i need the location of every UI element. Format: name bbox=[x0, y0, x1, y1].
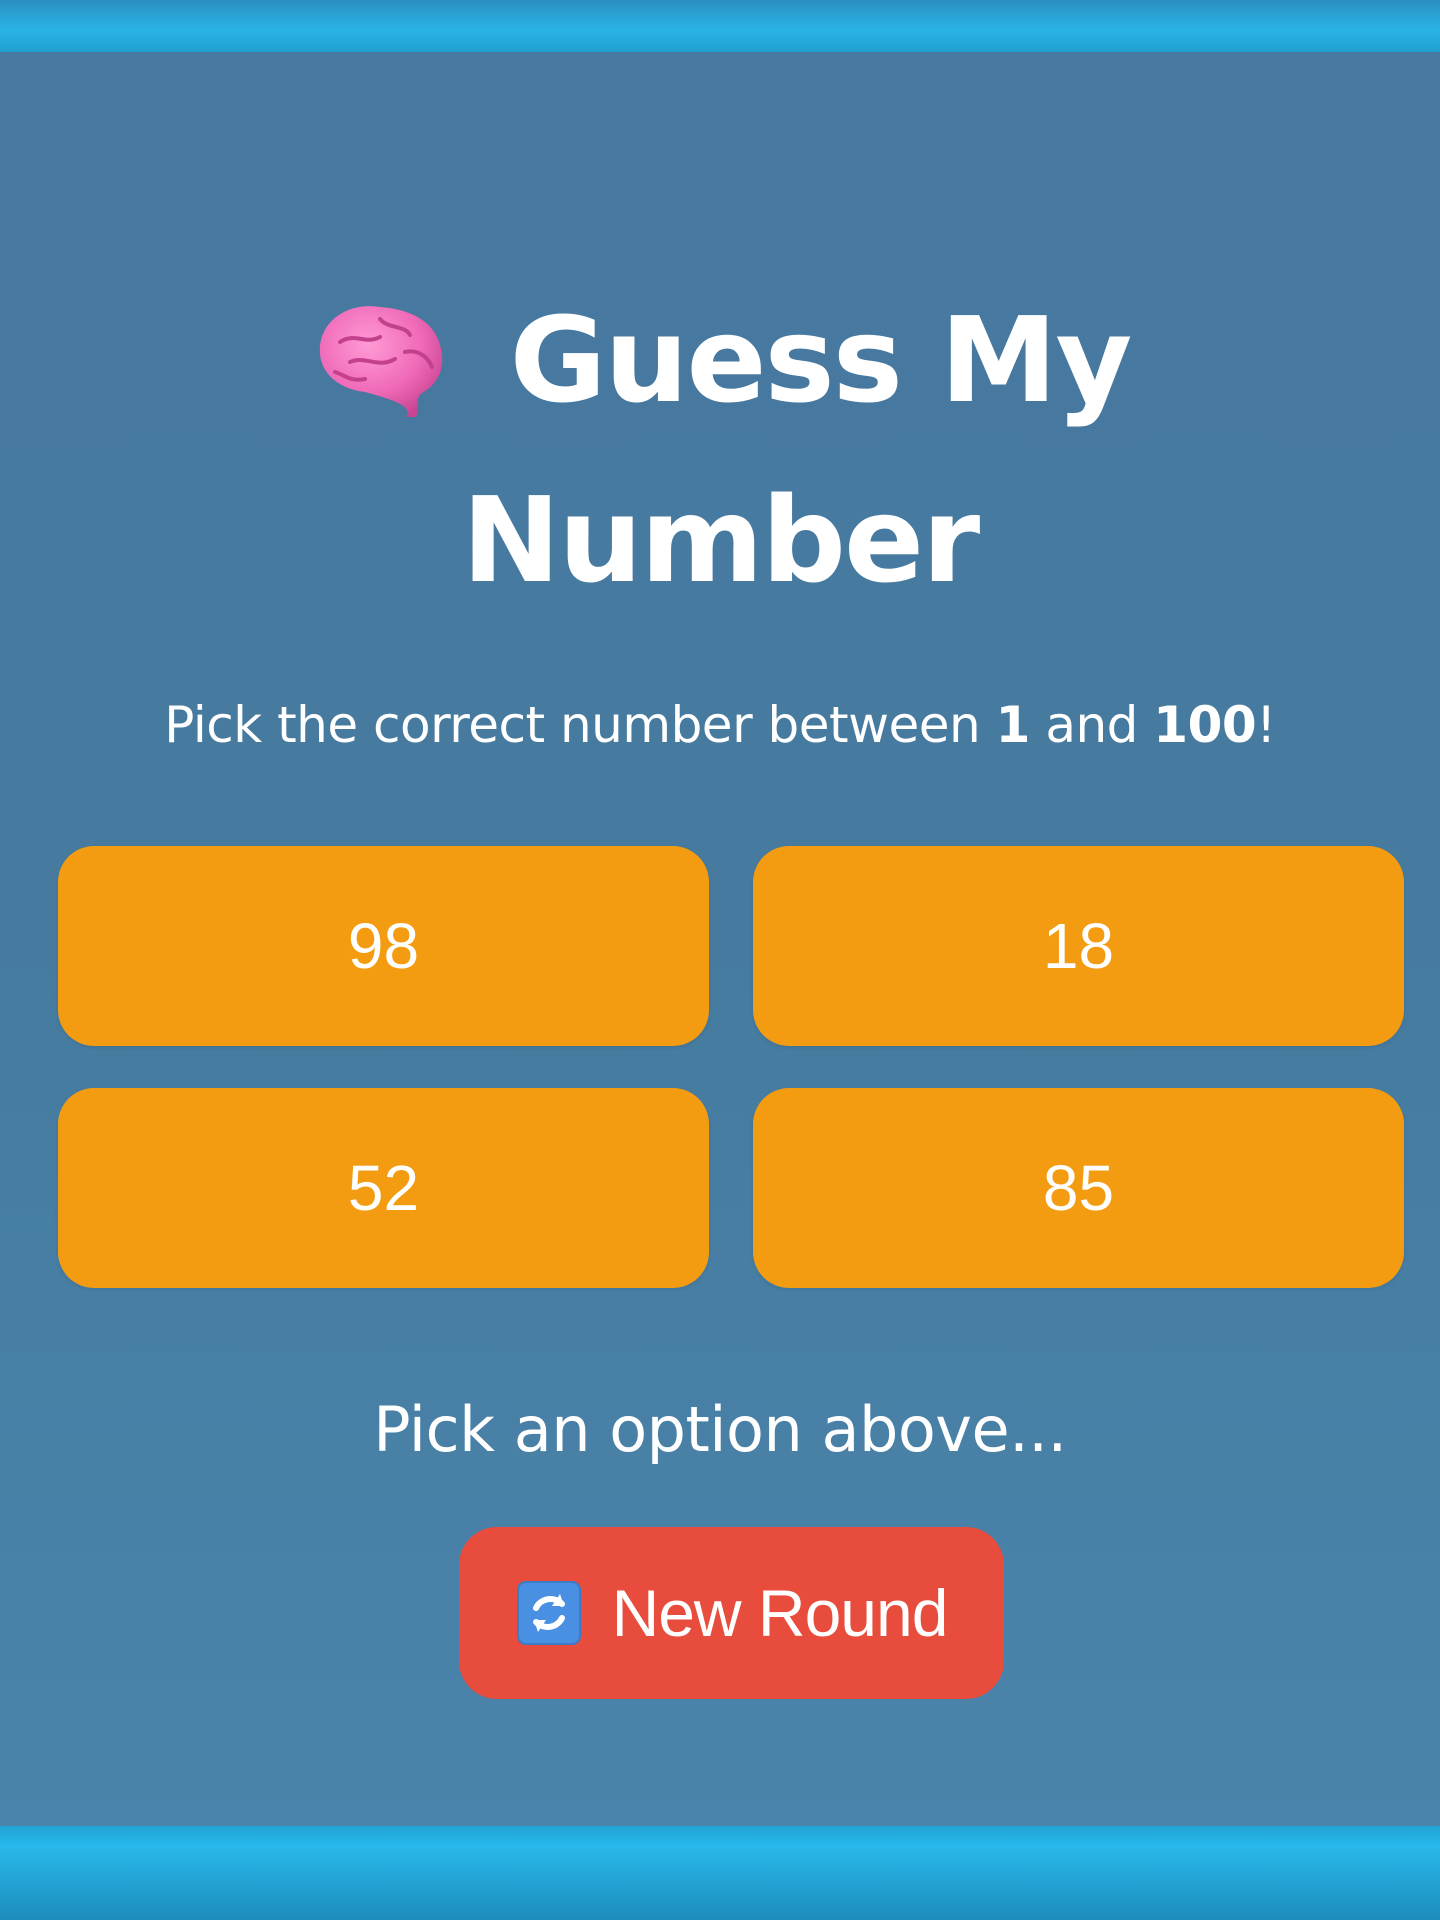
option-grid: 98 18 52 85 bbox=[58, 846, 1404, 1288]
subtitle-mid: and bbox=[1029, 696, 1154, 754]
app-frame: Guess My Number Pick the correct number … bbox=[0, 0, 1440, 1920]
new-round-button[interactable]: New Round bbox=[459, 1527, 1004, 1699]
range-max: 100 bbox=[1153, 696, 1257, 754]
instructions-text: Pick the correct number between 1 and 10… bbox=[0, 690, 1440, 760]
title-text-line-1: Guess My bbox=[509, 291, 1133, 429]
title-text-line-2: Number bbox=[461, 471, 980, 609]
brain-icon bbox=[319, 305, 442, 417]
subtitle-prefix: Pick the correct number between bbox=[164, 696, 996, 754]
page-title: Guess My Number bbox=[0, 270, 1440, 630]
option-button[interactable]: 18 bbox=[753, 846, 1404, 1046]
new-round-label: New Round bbox=[611, 1576, 949, 1650]
title-line-1: Guess My bbox=[0, 270, 1440, 450]
subtitle-suffix: ! bbox=[1256, 696, 1276, 754]
option-button[interactable]: 52 bbox=[58, 1088, 709, 1288]
refresh-icon bbox=[516, 1581, 581, 1645]
range-min: 1 bbox=[995, 696, 1031, 754]
option-button[interactable]: 98 bbox=[58, 846, 709, 1046]
option-button[interactable]: 85 bbox=[753, 1088, 1404, 1288]
status-message: Pick an option above... bbox=[373, 1393, 1067, 1466]
